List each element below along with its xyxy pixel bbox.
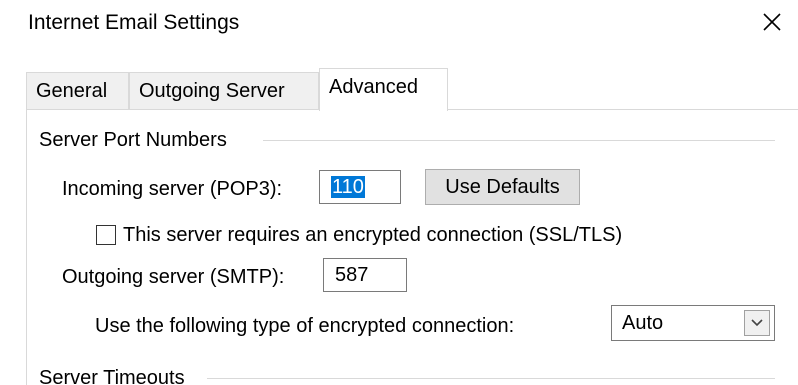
server-port-numbers-heading: Server Port Numbers xyxy=(39,129,227,151)
internet-email-settings-dialog: Internet Email Settings General Outgoing… xyxy=(0,0,798,385)
encryption-type-value: Auto xyxy=(622,312,664,334)
close-icon xyxy=(763,13,781,31)
advanced-tab-panel: Server Port Numbers Incoming server (POP… xyxy=(26,109,798,385)
chevron-down-icon xyxy=(751,319,763,327)
tab-outgoing-server[interactable]: Outgoing Server xyxy=(129,72,319,109)
ssl-checkbox[interactable] xyxy=(96,225,116,245)
group-divider xyxy=(263,140,775,141)
use-defaults-button[interactable]: Use Defaults xyxy=(425,169,580,205)
outgoing-server-label: Outgoing server (SMTP): xyxy=(62,266,285,288)
outgoing-port-value: 587 xyxy=(335,264,369,286)
server-timeouts-heading: Server Timeouts xyxy=(39,367,185,385)
dialog-title: Internet Email Settings xyxy=(28,11,240,34)
close-button[interactable] xyxy=(754,4,790,40)
incoming-port-input[interactable]: 110 xyxy=(319,170,401,204)
encryption-type-label: Use the following type of encrypted conn… xyxy=(95,315,515,337)
tab-advanced[interactable]: Advanced xyxy=(319,68,448,111)
dropdown-arrow-button[interactable] xyxy=(744,310,770,336)
incoming-port-value: 110 xyxy=(331,176,365,198)
tab-general[interactable]: General xyxy=(26,72,129,109)
incoming-server-label: Incoming server (POP3): xyxy=(62,178,283,200)
ssl-checkbox-label: This server requires an encrypted connec… xyxy=(123,224,623,246)
outgoing-port-input[interactable]: 587 xyxy=(323,258,407,292)
encryption-type-dropdown[interactable]: Auto xyxy=(611,305,775,341)
group-divider xyxy=(207,378,775,379)
